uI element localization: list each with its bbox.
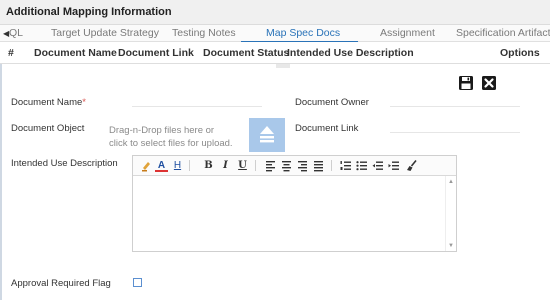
align-justify-icon[interactable] bbox=[312, 159, 325, 172]
toolbar-divider bbox=[331, 160, 332, 171]
cancel-icon[interactable] bbox=[481, 75, 497, 91]
align-right-icon[interactable] bbox=[296, 159, 309, 172]
indent-icon[interactable] bbox=[387, 159, 400, 172]
panel-left-border bbox=[0, 64, 2, 300]
document-link-input[interactable] bbox=[390, 132, 520, 133]
intended-use-editor-area[interactable] bbox=[133, 176, 445, 251]
scroll-down-icon[interactable]: ▼ bbox=[448, 243, 454, 249]
underline-icon[interactable]: U bbox=[236, 159, 249, 172]
ordered-list-icon[interactable] bbox=[339, 159, 352, 172]
dialog-title-bar: Additional Mapping Information bbox=[0, 0, 550, 25]
documents-grid-header: # Document Name Document Link Document S… bbox=[0, 42, 550, 64]
align-center-icon[interactable] bbox=[280, 159, 293, 172]
italic-icon[interactable]: I bbox=[219, 159, 232, 172]
column-header-intended-use[interactable]: Intended Use Description bbox=[287, 47, 414, 59]
document-name-label: Document Name* bbox=[11, 97, 86, 108]
tab-assignment[interactable]: Assignment bbox=[380, 27, 435, 39]
upload-button[interactable] bbox=[249, 118, 285, 152]
scroll-up-icon[interactable]: ▲ bbox=[448, 179, 454, 185]
tab-map-spec-docs[interactable]: Map Spec Docs bbox=[266, 27, 340, 39]
highlight-icon[interactable] bbox=[140, 159, 153, 172]
approval-required-checkbox[interactable] bbox=[133, 278, 142, 287]
column-header-options[interactable]: Options bbox=[500, 47, 540, 59]
file-drop-zone[interactable]: Drag-n-Drop files here or click to selec… bbox=[109, 124, 239, 150]
unordered-list-icon[interactable] bbox=[355, 159, 368, 172]
outdent-icon[interactable] bbox=[371, 159, 384, 172]
dialog-title: Additional Mapping Information bbox=[6, 6, 172, 18]
grid-scroll-handle[interactable] bbox=[276, 64, 290, 68]
toolbar-divider bbox=[255, 160, 256, 171]
heading-icon[interactable]: H bbox=[171, 159, 184, 172]
tab-ql[interactable]: QL bbox=[9, 27, 23, 39]
upload-icon bbox=[260, 126, 274, 143]
font-color-icon[interactable]: A bbox=[155, 159, 168, 172]
column-header-number[interactable]: # bbox=[8, 47, 14, 59]
drop-text-line1: Drag-n-Drop files here or bbox=[109, 125, 215, 136]
rich-text-editor: A H B I U ▲ ▼ bbox=[132, 155, 457, 252]
document-owner-label: Document Owner bbox=[295, 97, 369, 108]
approval-required-label: Approval Required Flag bbox=[11, 278, 111, 289]
drop-text-line2: click to select files for upload. bbox=[109, 138, 233, 149]
column-header-document-link[interactable]: Document Link bbox=[118, 47, 194, 59]
document-name-input[interactable] bbox=[132, 106, 262, 107]
document-name-label-text: Document Name bbox=[11, 97, 83, 108]
tab-specification-artifacts[interactable]: Specification Artifacts bbox=[456, 27, 550, 39]
required-marker: * bbox=[82, 97, 86, 108]
document-owner-input[interactable] bbox=[390, 106, 520, 107]
editor-toolbar: A H B I U bbox=[133, 156, 456, 176]
align-left-icon[interactable] bbox=[264, 159, 277, 172]
document-object-label: Document Object bbox=[11, 123, 85, 134]
save-icon[interactable] bbox=[458, 75, 474, 91]
toolbar-divider bbox=[189, 160, 190, 171]
column-header-document-status[interactable]: Document Status bbox=[203, 47, 289, 59]
tab-target-update-strategy[interactable]: Target Update Strategy bbox=[51, 27, 159, 39]
intended-use-label: Intended Use Description bbox=[11, 158, 118, 169]
column-header-document-name[interactable]: Document Name bbox=[34, 47, 117, 59]
tab-testing-notes[interactable]: Testing Notes bbox=[172, 27, 236, 39]
document-link-label: Document Link bbox=[295, 123, 359, 134]
tab-strip: ◀ QL Target Update Strategy Testing Note… bbox=[0, 25, 550, 43]
editor-scrollbar[interactable]: ▲ ▼ bbox=[445, 176, 456, 251]
clear-format-icon[interactable] bbox=[405, 159, 418, 172]
bold-icon[interactable]: B bbox=[202, 159, 215, 172]
